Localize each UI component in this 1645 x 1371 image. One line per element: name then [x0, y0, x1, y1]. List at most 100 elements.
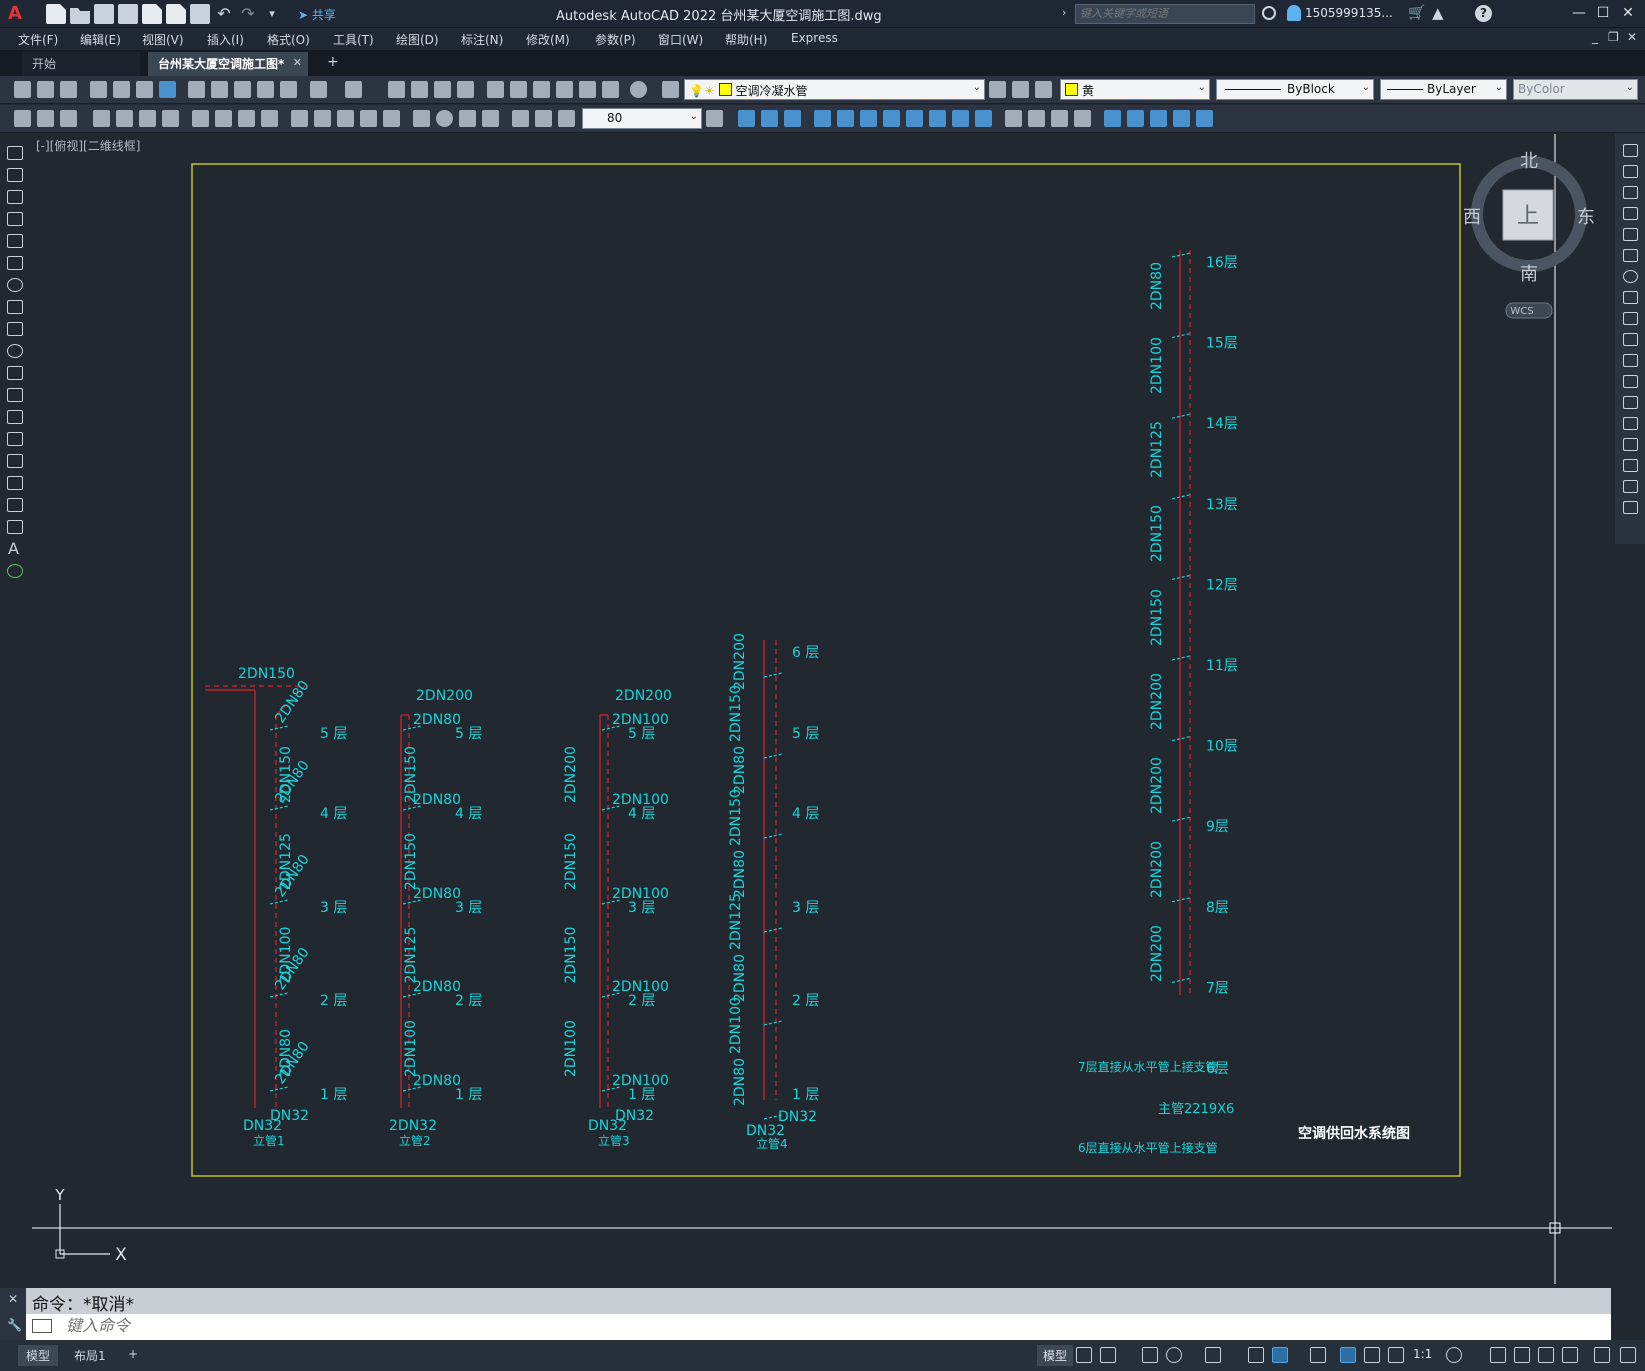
model-space-button[interactable]: 模型 [1037, 1345, 1074, 1366]
paste-icon[interactable] [234, 81, 251, 98]
jogged-linear-icon[interactable] [482, 110, 499, 127]
export-icon[interactable] [166, 4, 186, 24]
viewcube-east[interactable]: 东 [1577, 207, 1595, 228]
open-icon[interactable] [70, 8, 90, 24]
region-icon[interactable] [7, 498, 23, 512]
extend-icon[interactable] [1623, 354, 1638, 367]
customize-icon[interactable]: 🔧 [7, 1318, 22, 1332]
dimension-update-icon[interactable] [558, 110, 575, 127]
erase-icon[interactable] [1623, 144, 1638, 157]
mirror-icon[interactable] [761, 110, 778, 127]
recent-commands-icon[interactable] [32, 1319, 52, 1333]
ordinate-dimension-icon[interactable] [162, 110, 179, 127]
offset-icon[interactable] [784, 110, 801, 127]
clean-screen-icon[interactable] [1594, 1347, 1610, 1363]
layer-tool-icon[interactable] [37, 110, 54, 127]
ellipse-icon[interactable] [7, 344, 23, 358]
auto-scale-icon[interactable] [1364, 1347, 1380, 1363]
menu-tools[interactable]: 工具(T) [333, 31, 374, 48]
break-icon[interactable] [975, 110, 992, 127]
cut-icon[interactable] [188, 81, 205, 98]
chamfer-icon[interactable] [1623, 438, 1638, 451]
share-button[interactable]: ➤ 共享 [298, 6, 336, 23]
point-icon[interactable] [7, 432, 23, 446]
tab-start[interactable]: 开始 [22, 52, 140, 76]
construction-line-icon[interactable] [7, 168, 23, 182]
linetype-dropdown[interactable]: ByBlock ⌄ [1216, 79, 1374, 100]
menu-file[interactable]: 文件(F) [18, 31, 58, 48]
minimize-button[interactable]: — [1570, 4, 1588, 22]
plot-preview-icon[interactable] [113, 81, 130, 98]
close-icon[interactable]: ✕ [8, 1292, 18, 1306]
plot-icon[interactable] [190, 4, 210, 24]
inspection-icon[interactable] [459, 110, 476, 127]
layer-dropdown[interactable]: 💡☀ 空调冷凝水管 ⌄ [684, 79, 985, 100]
menu-view[interactable]: 视图(V) [142, 31, 184, 48]
table-icon[interactable] [7, 520, 23, 534]
menu-edit[interactable]: 编辑(E) [80, 31, 121, 48]
trim-icon[interactable] [929, 110, 946, 127]
tool-palettes-icon[interactable] [533, 81, 550, 98]
quick-properties-icon[interactable] [1538, 1347, 1554, 1363]
copy-icon[interactable] [211, 81, 228, 98]
menu-dimension[interactable]: 标注(N) [461, 31, 503, 48]
make-block-icon[interactable] [1127, 110, 1144, 127]
ellipse-arc-icon[interactable] [7, 366, 23, 380]
fillet-icon[interactable] [1623, 459, 1638, 472]
jogged-dimension-icon[interactable] [215, 110, 232, 127]
units-icon[interactable] [1514, 1347, 1530, 1363]
lineweight-dropdown[interactable]: ByLayer ⌄ [1380, 79, 1507, 100]
revision-cloud-icon[interactable] [7, 300, 23, 314]
doc-minimize-icon[interactable]: _ [1592, 30, 1598, 44]
polar-tracking-icon[interactable] [1166, 1347, 1182, 1363]
menu-window[interactable]: 窗口(W) [658, 31, 703, 48]
explode-icon[interactable] [1074, 110, 1091, 127]
baseline-dimension-icon[interactable] [314, 110, 331, 127]
stretch-icon[interactable] [1623, 312, 1638, 325]
cart-icon[interactable]: 🛒 [1408, 5, 1425, 21]
polyline-icon[interactable] [7, 190, 23, 204]
object-snap-icon[interactable] [1272, 1347, 1288, 1363]
layout-tab-model[interactable]: 模型 [18, 1345, 59, 1366]
copy-object-icon[interactable] [738, 110, 755, 127]
user-name[interactable]: 1505999135... [1305, 6, 1393, 20]
rotate-icon[interactable] [860, 110, 877, 127]
viewcube-north[interactable]: 北 [1520, 151, 1538, 172]
dimension-text-edit-icon[interactable] [535, 110, 552, 127]
help-icon[interactable] [630, 81, 647, 98]
save-icon[interactable] [94, 4, 114, 24]
xref-icon[interactable] [1150, 110, 1167, 127]
zoom-realtime-icon[interactable] [411, 81, 428, 98]
viewcube[interactable]: 上 北 南 东 西 WCS [1463, 151, 1595, 319]
markup-icon[interactable] [579, 81, 596, 98]
undo-icon[interactable] [310, 81, 327, 98]
customize-qat-icon[interactable]: ▾ [262, 4, 282, 24]
lineweight-icon[interactable] [1310, 1347, 1326, 1363]
angular-dimension-icon[interactable] [261, 110, 278, 127]
line-icon[interactable] [7, 146, 23, 160]
layer-tool-icon[interactable] [60, 110, 77, 127]
make-block-icon[interactable] [7, 410, 23, 424]
search-input[interactable] [1075, 4, 1255, 24]
array-icon[interactable] [814, 110, 831, 127]
new-icon[interactable] [14, 81, 31, 98]
viewcube-west[interactable]: 西 [1463, 207, 1481, 228]
stretch-icon[interactable] [906, 110, 923, 127]
polygon-icon[interactable] [7, 212, 23, 226]
isodraft-icon[interactable] [1205, 1347, 1221, 1363]
quick-dimension-icon[interactable] [291, 110, 308, 127]
layer-tool-icon[interactable] [14, 110, 31, 127]
save-icon[interactable] [60, 81, 77, 98]
pan-icon[interactable] [388, 81, 405, 98]
publish-icon[interactable] [142, 4, 162, 24]
color-dropdown[interactable]: 黄 ⌄ [1060, 79, 1210, 100]
help-icon[interactable]: ? [1475, 5, 1492, 22]
move-icon[interactable] [1623, 249, 1638, 262]
command-input-bar[interactable] [26, 1314, 1611, 1340]
ortho-icon[interactable] [1142, 1347, 1158, 1363]
rectangle-icon[interactable] [7, 234, 23, 248]
object-snap-tracking-icon[interactable] [1248, 1347, 1264, 1363]
menu-insert[interactable]: 插入(I) [207, 31, 244, 48]
hatch-icon[interactable] [7, 454, 23, 468]
autocad-logo-icon[interactable]: A [8, 4, 30, 24]
